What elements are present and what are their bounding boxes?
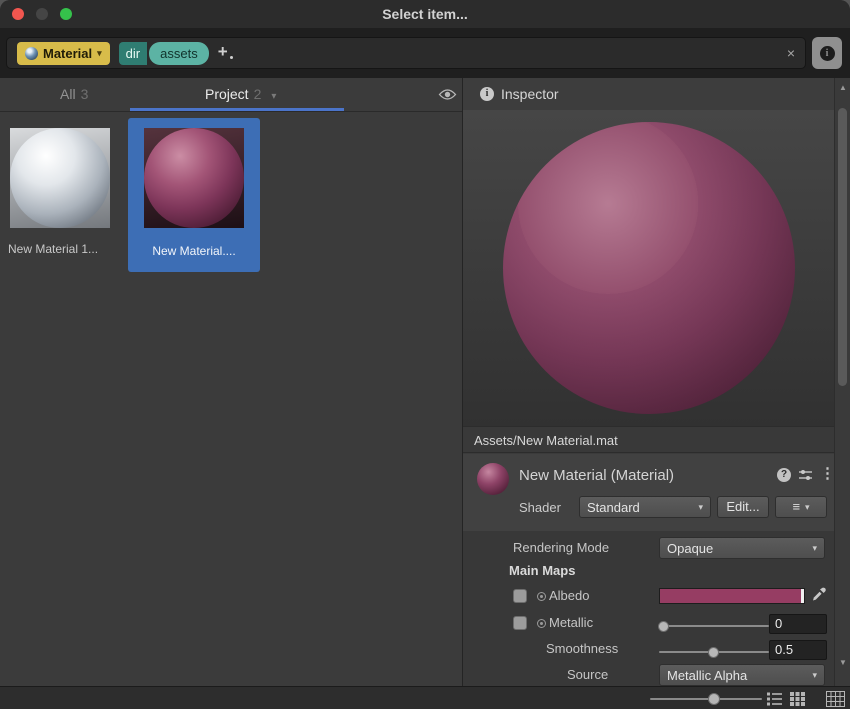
- asset-item-selected[interactable]: New Material....: [128, 118, 260, 272]
- material-preview-sphere: [10, 128, 110, 228]
- asset-thumbnail-material-1[interactable]: [10, 128, 110, 228]
- metallic-texture-checkbox[interactable]: [513, 616, 527, 630]
- smoothness-value-field[interactable]: 0.5: [769, 640, 827, 660]
- source-value: Metallic Alpha: [667, 668, 747, 683]
- tab-all-label: All: [60, 86, 76, 102]
- albedo-target-icon: [537, 592, 546, 601]
- material-type-icon: [25, 47, 38, 60]
- dense-grid-view-icon[interactable]: [826, 691, 845, 709]
- scroll-up-icon[interactable]: ▲: [835, 83, 850, 92]
- rendering-mode-label: Rendering Mode: [513, 540, 609, 555]
- chevron-down-icon: ▾: [698, 502, 703, 513]
- metallic-label: Metallic: [549, 615, 593, 630]
- material-icon: [477, 463, 509, 495]
- filter-dir-key: dir: [119, 42, 147, 65]
- tab-project[interactable]: Project2▾: [205, 78, 276, 111]
- tab-project-label: Project: [205, 86, 249, 102]
- rendering-mode-value: Opaque: [667, 541, 713, 556]
- smoothness-label: Smoothness: [546, 641, 618, 656]
- help-icon[interactable]: ?: [777, 468, 791, 482]
- filter-type-chip[interactable]: Material ▾: [17, 42, 110, 65]
- presets-icon[interactable]: [798, 468, 813, 487]
- shader-label: Shader: [519, 500, 561, 515]
- info-button[interactable]: i: [812, 37, 842, 69]
- filter-dir-value: assets: [149, 42, 209, 65]
- main-maps-heading: Main Maps: [509, 563, 575, 578]
- material-preview-sphere: [144, 128, 244, 228]
- asset-path-bar: Assets/New Material.mat: [463, 426, 835, 453]
- asset-label: New Material....: [128, 244, 260, 258]
- filter-dir-chip[interactable]: dir assets: [119, 42, 209, 65]
- tab-all[interactable]: All 3: [60, 78, 88, 111]
- edit-shader-button[interactable]: Edit...: [717, 496, 769, 518]
- add-filter-icon[interactable]: +: [218, 45, 233, 59]
- material-preview-area: [463, 110, 835, 426]
- shader-menu-button[interactable]: ≡ ▾: [775, 496, 827, 518]
- material-properties: Rendering Mode Opaque ▾ Main Maps Albedo…: [463, 531, 835, 686]
- title-bar: Select item...: [0, 0, 850, 29]
- tabs-bar: All3 Project2▾: [0, 78, 462, 112]
- info-icon: i: [480, 87, 494, 101]
- shader-dropdown[interactable]: Standard ▾: [579, 496, 711, 518]
- albedo-label: Albedo: [549, 588, 589, 603]
- thumbnail-size-slider[interactable]: [650, 698, 762, 700]
- albedo-texture-checkbox[interactable]: [513, 589, 527, 603]
- eye-icon[interactable]: [438, 88, 457, 106]
- metallic-slider[interactable]: [659, 625, 769, 627]
- rendering-mode-dropdown[interactable]: Opaque ▾: [659, 537, 825, 559]
- metallic-value-field[interactable]: 0: [769, 614, 827, 634]
- clear-search-icon[interactable]: ×: [787, 45, 795, 61]
- inspector-panel: i Inspector Assets/New Material.mat New …: [462, 78, 850, 686]
- list-view-icon[interactable]: [766, 691, 783, 709]
- filter-type-label: Material: [43, 46, 92, 61]
- material-preview-sphere-large: [503, 122, 795, 414]
- chevron-down-icon: ▾: [805, 497, 810, 517]
- asset-thumbnail-material-2[interactable]: [144, 128, 244, 228]
- chevron-down-icon: ▾: [812, 543, 817, 554]
- albedo-color-swatch[interactable]: [659, 588, 805, 604]
- more-menu-icon[interactable]: ⋮: [820, 464, 835, 482]
- shader-dropdown-value: Standard: [587, 500, 640, 515]
- bottom-bar: [0, 686, 850, 709]
- metallic-target-icon: [537, 619, 546, 628]
- tab-all-count: 3: [81, 86, 89, 102]
- metallic-slider-thumb[interactable]: [658, 621, 669, 632]
- eyedropper-icon[interactable]: [811, 586, 826, 607]
- tab-project-count: 2: [254, 86, 262, 102]
- material-inspector-header: New Material (Material) ? ⋮ Shader Stand…: [463, 454, 835, 532]
- window-title: Select item...: [0, 0, 850, 28]
- chevron-down-icon: ▾: [812, 670, 817, 681]
- inspector-title: Inspector: [501, 78, 559, 110]
- grid-view-icon[interactable]: [789, 691, 805, 709]
- info-icon: i: [820, 46, 835, 61]
- object-picker-window: Select item... Material ▾ dir assets + ×…: [0, 0, 850, 709]
- source-dropdown[interactable]: Metallic Alpha ▾: [659, 664, 825, 686]
- material-title: New Material (Material): [519, 467, 674, 484]
- source-label: Source: [567, 667, 608, 682]
- inspector-header: i Inspector: [463, 78, 835, 111]
- search-row: Material ▾ dir assets + × i: [0, 28, 850, 79]
- asset-label: New Material 1...: [8, 242, 120, 256]
- list-icon: ≡: [792, 497, 800, 517]
- scrollbar-thumb[interactable]: [838, 108, 847, 386]
- chevron-down-icon: ▾: [97, 48, 102, 59]
- active-tab-indicator: [130, 108, 344, 111]
- search-input[interactable]: Material ▾ dir assets + ×: [6, 37, 806, 69]
- inspector-scrollbar[interactable]: ▲ ▼: [834, 78, 850, 686]
- smoothness-slider-thumb[interactable]: [708, 647, 719, 658]
- thumbnail-size-slider-thumb[interactable]: [708, 693, 720, 705]
- scroll-down-icon[interactable]: ▼: [835, 658, 850, 667]
